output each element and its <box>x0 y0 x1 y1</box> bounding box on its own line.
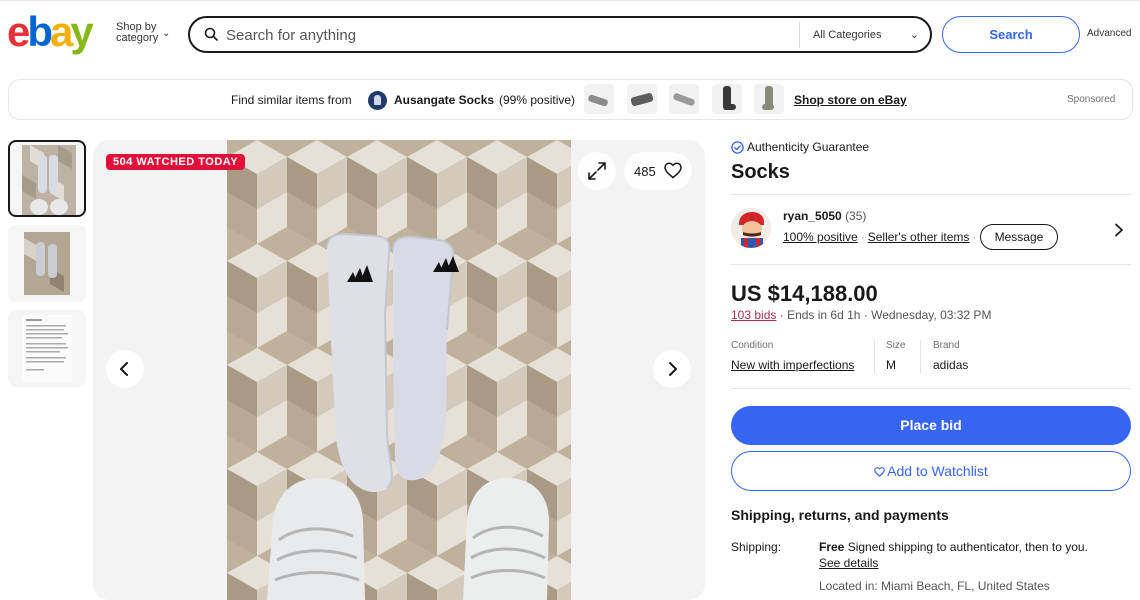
sponsored-item-thumbnail[interactable] <box>669 84 699 114</box>
search-icon <box>204 27 218 41</box>
shipping-section-heading: Shipping, returns, and payments <box>731 507 949 523</box>
seller-avatar[interactable] <box>731 208 771 248</box>
thumbnail-2[interactable] <box>8 225 86 302</box>
ends-in: Ends in 6d 1h <box>787 308 861 322</box>
thumbnail-3[interactable] <box>8 310 86 387</box>
separator-dot: · <box>972 230 977 244</box>
seller-name[interactable]: ryan_5050 <box>783 209 842 223</box>
sponsored-label: Sponsored <box>1067 94 1116 105</box>
thumbnail-photo <box>24 232 70 295</box>
store-feedback: (99% positive) <box>499 93 576 107</box>
chevron-down-icon: ⌄ <box>162 28 171 39</box>
attribute-label: Size <box>886 340 906 351</box>
separator-dot: · <box>863 308 868 322</box>
ebay-logo[interactable]: ebay <box>7 10 105 54</box>
size-attribute: Size M <box>886 340 905 372</box>
chevron-down-icon: ⌄ <box>909 29 919 41</box>
attribute-label: Brand <box>933 340 960 351</box>
chevron-right-icon[interactable] <box>1113 223 1125 237</box>
shop-store-link[interactable]: Shop store on eBay <box>794 93 907 107</box>
place-bid-button[interactable]: Place bid <box>731 406 1131 445</box>
attribute-separator <box>874 340 875 374</box>
shipping-label: Shipping: <box>731 540 782 554</box>
search-button[interactable]: Search <box>942 16 1080 53</box>
condition-attribute: Condition New with imperfections <box>731 340 854 372</box>
seller-info: ryan_5050 (35) <box>783 209 866 223</box>
sponsored-item-thumbnail[interactable] <box>627 84 657 114</box>
thumbnail-1[interactable] <box>8 140 86 217</box>
condition-value[interactable]: New with imperfections <box>731 358 854 372</box>
brand-value: adidas <box>933 358 969 372</box>
expand-image-button[interactable] <box>578 152 616 190</box>
attribute-label: Condition <box>731 340 774 351</box>
bid-info: 103 bids · Ends in 6d 1h · Wednesday, 03… <box>731 308 991 322</box>
heart-icon <box>874 467 885 477</box>
category-select-value: All Categories <box>813 29 882 41</box>
message-seller-button[interactable]: Message <box>980 224 1058 250</box>
end-time: Wednesday, 03:32 PM <box>871 308 992 322</box>
divider <box>731 264 1131 265</box>
next-image-button[interactable] <box>653 350 691 388</box>
thumbnail-photo <box>22 315 72 382</box>
size-value: M <box>886 358 896 372</box>
attribute-separator <box>920 340 921 374</box>
heart-icon <box>664 162 682 179</box>
separator-dot: · <box>860 230 865 244</box>
item-location: Located in: Miami Beach, FL, United Stat… <box>819 579 1050 593</box>
seller-other-items-link[interactable]: Seller's other items <box>868 230 970 244</box>
divider <box>731 194 1131 195</box>
store-name[interactable]: Ausangate Socks <box>394 93 494 107</box>
see-details-link[interactable]: See details <box>819 556 878 570</box>
shipping-description: Signed shipping to authenticator, then t… <box>847 540 1088 554</box>
verified-check-icon <box>731 141 744 154</box>
store-logo-icon[interactable] <box>368 91 387 110</box>
avatar-image <box>731 208 771 248</box>
shipping-info: Free Signed shipping to authenticator, t… <box>819 540 1088 554</box>
thumbnail-photo <box>22 145 76 215</box>
watchlist-label: Add to Watchlist <box>887 463 988 479</box>
chevron-left-icon <box>120 362 128 376</box>
brand-attribute: Brand adidas <box>933 340 968 372</box>
find-similar-label: Find similar items from <box>231 93 352 107</box>
watch-count: 485 <box>634 164 656 179</box>
search-bar: All Categories ⌄ <box>188 16 932 53</box>
bid-history-link[interactable]: 103 bids <box>731 308 776 322</box>
advanced-search-link[interactable]: Advanced <box>1087 28 1131 39</box>
seller-links: 100% positive · Seller's other items · <box>783 230 979 244</box>
item-price: US $14,188.00 <box>731 281 878 306</box>
socks-photo <box>227 140 571 600</box>
watched-today-badge: 504 WATCHED TODAY <box>106 154 246 170</box>
sponsored-item-thumbnail[interactable] <box>584 84 614 114</box>
divider <box>731 388 1131 389</box>
expand-icon <box>588 162 606 180</box>
item-photo[interactable] <box>227 140 571 600</box>
search-input[interactable] <box>226 24 786 46</box>
add-to-watchlist-button[interactable]: Add to Watchlist <box>731 451 1131 491</box>
shipping-free: Free <box>819 540 845 554</box>
sponsored-item-thumbnail[interactable] <box>754 84 784 114</box>
seller-feedback-link[interactable]: 100% positive <box>783 230 858 244</box>
sponsored-store-banner: Find similar items from Ausangate Socks … <box>8 79 1133 120</box>
shop-by-category-button[interactable]: Shop by category ⌄ <box>116 22 176 44</box>
authenticity-label: Authenticity Guarantee <box>747 140 870 154</box>
watch-count-button[interactable]: 485 <box>624 152 692 190</box>
top-divider <box>0 0 1140 1</box>
category-select[interactable]: All Categories ⌄ <box>799 22 929 48</box>
chevron-right-icon <box>669 362 677 376</box>
sponsored-item-thumbnail[interactable] <box>712 84 742 114</box>
separator-dot: · <box>779 308 784 322</box>
previous-image-button[interactable] <box>106 350 144 388</box>
seller-score: (35) <box>845 209 867 223</box>
main-image-gallery: 504 WATCHED TODAY 485 <box>93 140 705 600</box>
item-title: Socks <box>731 161 790 183</box>
